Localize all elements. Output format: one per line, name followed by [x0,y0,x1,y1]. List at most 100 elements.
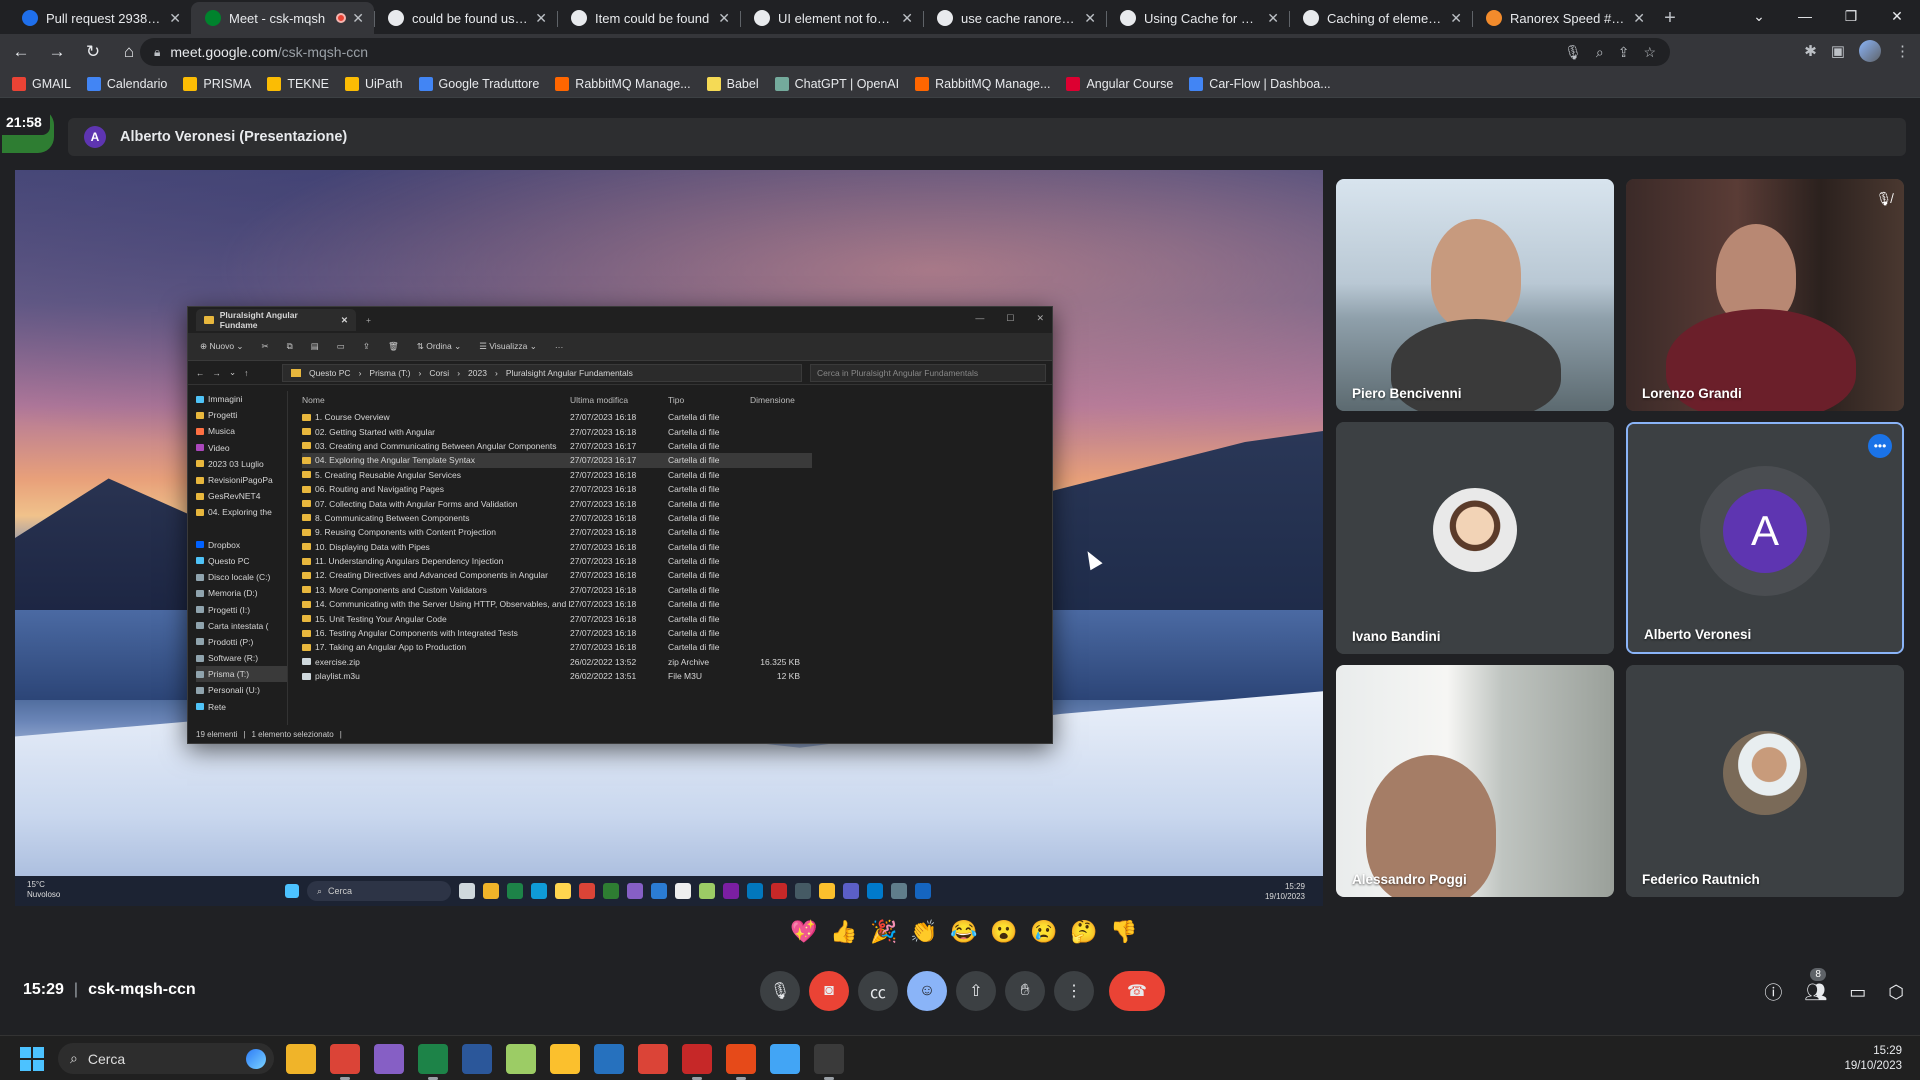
file-row[interactable]: 07. Collecting Data with Angular Forms a… [302,496,812,510]
activities-icon[interactable]: ⬡ [1888,982,1904,1003]
bookmark-item[interactable]: Calendario [86,76,167,91]
nav-item[interactable]: Immagini [196,391,287,407]
breadcrumb-item[interactable]: Corsi [429,368,449,378]
reaction-emoji[interactable]: 😂 [950,919,977,945]
col-name[interactable]: Nome [302,395,570,405]
participant-tile[interactable]: Ivano Bandini [1336,422,1614,654]
bookmark-item[interactable]: UiPath [345,76,403,91]
reaction-emoji[interactable]: 👍 [830,919,857,945]
file-row[interactable]: 16. Testing Angular Components with Inte… [302,626,812,640]
file-row[interactable]: 04. Exploring the Angular Template Synta… [302,453,812,468]
file-row[interactable]: 15. Unit Testing Your Angular Code 27/07/… [302,611,812,625]
side-panel-icon[interactable]: ▣ [1831,42,1845,60]
reload-icon[interactable]: ↻ [78,42,108,62]
up-icon[interactable]: ↑ [244,368,248,378]
browser-tab[interactable]: Using Cache for Repo ✕ [1106,2,1289,34]
reaction-emoji[interactable]: 👏 [910,919,937,945]
file-row[interactable]: 9. Reusing Components with Content Proje… [302,525,812,539]
copy-icon[interactable]: ⧉ [287,341,293,352]
browser-tab[interactable]: could be found using ✕ [374,2,557,34]
file-row[interactable]: 14. Communicating with the Server Using … [302,597,812,611]
word-app[interactable] [462,1044,492,1074]
captions-button[interactable]: ㏄ [858,971,898,1011]
leave-call-button[interactable]: ☎︎ [1109,971,1165,1011]
file-explorer-app[interactable] [286,1044,316,1074]
close-tab-icon[interactable]: ✕ [1084,10,1096,27]
close-tab-icon[interactable]: ✕ [535,10,547,27]
window-app[interactable] [770,1044,800,1074]
shared-screen[interactable]: Pluralsight Angular Fundame ✕ + — ☐ ✕ ⊕ … [15,170,1323,906]
file-row[interactable]: 06. Routing and Navigating Pages 27/07/20… [302,482,812,496]
view-button[interactable]: ☰ Visualizza ⌄ [479,341,537,352]
nav-item[interactable]: Prisma (T:) [196,666,287,683]
new-tab-button[interactable]: + [1655,2,1685,34]
browser-tab[interactable]: Item could be found ✕ [557,2,740,34]
extensions-icon[interactable]: ✱ [1804,42,1817,60]
explorer-search-field[interactable]: Cerca in Pluralsight Angular Fundamental… [810,364,1046,382]
bookmark-item[interactable]: RabbitMQ Manage... [555,76,691,91]
paste-icon[interactable]: ▤ [311,341,319,352]
recent-icon[interactable]: ⌄ [229,367,236,378]
bookmark-item[interactable]: Car-Flow | Dashboa... [1189,76,1331,91]
microphone-button[interactable]: 🎙︎ [760,971,800,1011]
explorer-tab[interactable]: Pluralsight Angular Fundame ✕ [196,309,356,331]
notepad-app[interactable] [506,1044,536,1074]
breadcrumb-item[interactable]: Prisma (T:) [369,368,410,378]
nav-item[interactable]: Dropbox [196,537,287,553]
bookmark-item[interactable]: GMAIL [12,76,71,91]
forward-icon[interactable]: → [42,42,72,62]
terminal-app[interactable] [814,1044,844,1080]
sticky-app[interactable] [550,1044,580,1074]
maximize-icon[interactable]: ☐ [1006,313,1014,324]
nav-item[interactable]: Questo PC [196,553,287,569]
close-tab-icon[interactable]: ✕ [901,10,913,27]
browser-tab[interactable]: Pull request 2938: Ca ✕ [8,2,191,34]
file-row[interactable]: 10. Displaying Data with Pipes 27/07/2023… [302,540,812,554]
back-icon[interactable]: ← [6,42,36,62]
browser-tab[interactable]: Meet - csk-mqsh ✕ [191,2,374,34]
file-row[interactable]: 8. Communicating Between Components 27/07… [302,511,812,525]
breadcrumb-item[interactable]: Questo PC [309,368,351,378]
file-row[interactable]: 13. More Components and Custom Validator… [302,583,812,597]
nav-item[interactable]: Progetti (I:) [196,601,287,617]
breadcrumb-item[interactable]: Pluralsight Angular Fundamentals [506,368,633,378]
nav-item[interactable]: RevisioniPagoPa [196,472,287,488]
nav-item[interactable]: Prodotti (P:) [196,634,287,650]
browser-tab[interactable]: Caching of elements ✕ [1289,2,1472,34]
participant-tile[interactable]: 🎙︎̸ Lorenzo Grandi [1626,179,1904,411]
participant-tile[interactable]: Alessandro Poggi [1336,665,1614,897]
restore-button[interactable]: ❐ [1828,8,1874,25]
reaction-emoji[interactable]: 💖 [790,919,817,945]
profile-avatar[interactable] [1859,40,1881,62]
breadcrumb-item[interactable]: 2023 [468,368,487,378]
powershell-app[interactable] [594,1044,624,1074]
more-options-button[interactable]: ⋮ [1054,971,1094,1011]
file-row[interactable]: 11. Understanding Angulars Dependency In… [302,554,812,568]
sort-button[interactable]: ⇅ Ordina ⌄ [417,341,461,352]
nav-item[interactable]: Memoria (D:) [196,585,287,601]
participant-tile[interactable]: Federico Rautnich [1626,665,1904,897]
file-row[interactable]: 12. Creating Directives and Advanced Com… [302,568,812,582]
tab-search-icon[interactable]: ⌄ [1736,8,1782,25]
close-tab-icon[interactable]: ✕ [1450,10,1462,27]
taskbar-search[interactable]: ⌕ Cerca [58,1043,274,1074]
cut-icon[interactable]: ✂ [262,341,269,352]
col-date[interactable]: Ultima modifica [570,395,668,405]
chrome-app[interactable] [330,1044,360,1080]
bookmark-item[interactable]: PRISMA [183,76,251,91]
bookmark-item[interactable]: ChatGPT | OpenAI [774,76,899,91]
bookmark-item[interactable]: RabbitMQ Manage... [915,76,1050,91]
close-window-button[interactable]: ✕ [1874,8,1920,25]
menu-icon[interactable]: ⋮ [1895,42,1910,60]
delete-icon[interactable]: 🗑︎ [388,341,399,352]
back-icon[interactable]: ← [196,368,205,378]
nav-item[interactable]: Video [196,440,287,456]
visual-studio-app[interactable] [374,1044,404,1074]
people-icon[interactable]: 👥︎ 8 [1804,967,1827,1003]
reaction-emoji[interactable]: 👎 [1110,919,1137,945]
file-row[interactable]: playlist.m3u 26/02/2022 13:51 File M3U 12 K… [302,669,812,683]
more-icon[interactable]: ··· [555,342,564,352]
bookmark-item[interactable]: TEKNE [267,76,329,91]
close-tab-icon[interactable]: ✕ [718,10,730,27]
reaction-emoji[interactable]: 🤔 [1070,919,1097,945]
